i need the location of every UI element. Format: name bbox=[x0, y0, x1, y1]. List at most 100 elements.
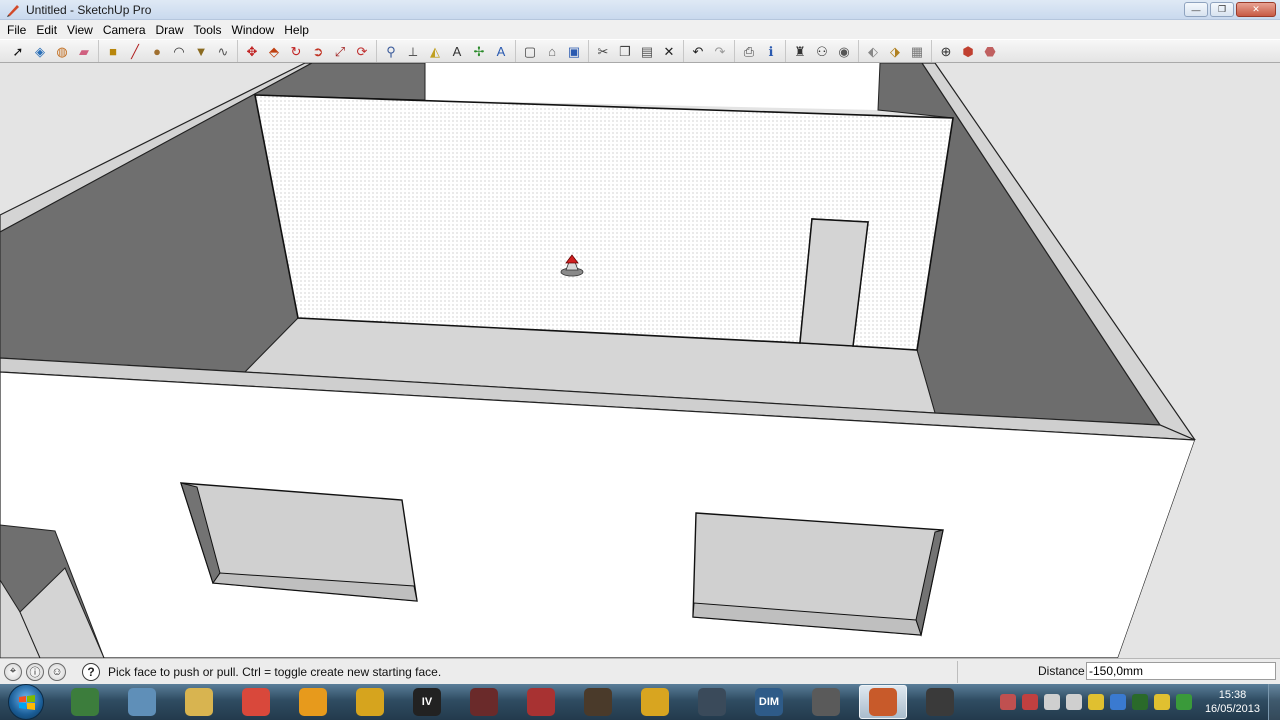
house-model-scene[interactable] bbox=[0, 63, 1280, 658]
toolbar-group: ⚲ ⟂ ◭ A ✢ A bbox=[376, 40, 515, 62]
task-app-game-1[interactable] bbox=[460, 685, 508, 719]
protractor-tool-icon[interactable]: ◭ bbox=[424, 41, 446, 61]
task-app-game-2[interactable] bbox=[517, 685, 565, 719]
component-tool-icon[interactable]: ◈ bbox=[29, 41, 51, 61]
scale-tool-icon[interactable]: ⤢ bbox=[329, 41, 351, 61]
tape-measure-tool-icon[interactable]: ⚲ bbox=[380, 41, 402, 61]
erase-icon-icon[interactable]: ✕ bbox=[658, 41, 680, 61]
toolbar-group: ▢ ⌂ ▣ bbox=[515, 40, 588, 62]
task-app-tool[interactable] bbox=[916, 685, 964, 719]
new-icon-icon[interactable]: ▢ bbox=[519, 41, 541, 61]
line-tool-icon[interactable]: ╱ bbox=[124, 41, 146, 61]
copy-icon-icon[interactable]: ❐ bbox=[614, 41, 636, 61]
tray-icon[interactable] bbox=[1131, 694, 1148, 710]
task-app-calculator[interactable] bbox=[118, 685, 166, 719]
tray-icon[interactable] bbox=[1043, 694, 1060, 710]
tray-icon[interactable] bbox=[1109, 694, 1126, 710]
display-section-planes-icon-icon[interactable]: ⬗ bbox=[884, 41, 906, 61]
display-section-cuts-icon-icon[interactable]: ▦ bbox=[906, 41, 928, 61]
task-app-sketchup[interactable] bbox=[859, 685, 907, 719]
task-app-terminal[interactable] bbox=[61, 685, 109, 719]
menu-file[interactable]: File bbox=[2, 23, 31, 37]
offset-tool-icon[interactable]: ⟳ bbox=[351, 41, 373, 61]
model-viewport[interactable] bbox=[0, 63, 1280, 658]
task-app-sketchup-icon bbox=[869, 688, 897, 716]
task-app-media[interactable] bbox=[289, 685, 337, 719]
select-tool-icon[interactable]: ➚ bbox=[7, 41, 29, 61]
task-app-autocad[interactable] bbox=[346, 685, 394, 719]
task-app-gta-iv[interactable]: IV bbox=[403, 685, 451, 719]
user-icon[interactable]: ☺ bbox=[48, 662, 66, 681]
open-icon-icon[interactable]: ⌂ bbox=[541, 41, 563, 61]
push-pull-tool-icon[interactable]: ⬘ bbox=[263, 41, 285, 61]
task-app-tool-icon bbox=[926, 688, 954, 716]
menu-camera[interactable]: Camera bbox=[98, 23, 151, 37]
look-around-icon-icon[interactable]: ◉ bbox=[833, 41, 855, 61]
section-plane-icon-icon[interactable]: ⬖ bbox=[862, 41, 884, 61]
task-app-game-6[interactable] bbox=[802, 685, 850, 719]
follow-me-tool-icon[interactable]: ➲ bbox=[307, 41, 329, 61]
task-app-game-5[interactable] bbox=[688, 685, 736, 719]
axes-tool-icon[interactable]: ✢ bbox=[468, 41, 490, 61]
redo-icon-icon[interactable]: ↷ bbox=[709, 41, 731, 61]
task-app-explorer[interactable] bbox=[175, 685, 223, 719]
menu-view[interactable]: View bbox=[62, 23, 98, 37]
print-icon-icon[interactable]: ⎙ bbox=[738, 41, 760, 61]
tray-clock[interactable]: 15:38 16/05/2013 bbox=[1205, 688, 1260, 716]
task-app-game-4[interactable] bbox=[631, 685, 679, 719]
orbit-icon-icon[interactable]: ⊕ bbox=[935, 41, 957, 61]
model-info-icon-icon[interactable]: ℹ bbox=[760, 41, 782, 61]
minimize-button[interactable]: — bbox=[1184, 2, 1208, 17]
status-bar: ⌖ ⓘ ☺ ? Pick face to push or pull. Ctrl … bbox=[0, 658, 1280, 684]
get-models-icon-icon[interactable]: ⬢ bbox=[957, 41, 979, 61]
dimension-tool-icon[interactable]: ⟂ bbox=[402, 41, 424, 61]
tray-icon[interactable] bbox=[1175, 694, 1192, 710]
close-button[interactable]: ✕ bbox=[1236, 2, 1276, 17]
paint-bucket-tool-icon[interactable]: ◍ bbox=[51, 41, 73, 61]
tray-icon[interactable] bbox=[1087, 694, 1104, 710]
paste-icon-icon[interactable]: ▤ bbox=[636, 41, 658, 61]
move-tool-icon[interactable]: ✥ bbox=[241, 41, 263, 61]
undo-icon-icon[interactable]: ↶ bbox=[687, 41, 709, 61]
maximize-button[interactable]: ❐ bbox=[1210, 2, 1234, 17]
position-camera-icon-icon[interactable]: ♜ bbox=[789, 41, 811, 61]
3d-text-tool-icon[interactable]: A bbox=[490, 41, 512, 61]
sketchup-app-icon bbox=[6, 3, 20, 17]
tray-icons bbox=[997, 694, 1195, 710]
polygon-tool-icon[interactable]: ▼ bbox=[190, 41, 212, 61]
tray-icon[interactable] bbox=[999, 694, 1016, 710]
tray-icon[interactable] bbox=[1153, 694, 1170, 710]
rectangle-tool-icon[interactable]: ■ bbox=[102, 41, 124, 61]
tray-icon[interactable] bbox=[1065, 694, 1082, 710]
task-app-autocad-icon bbox=[356, 688, 384, 716]
measurements-input[interactable]: -150,0mm bbox=[1086, 662, 1276, 680]
geo-location-icon[interactable]: ⌖ bbox=[4, 662, 22, 681]
menu-edit[interactable]: Edit bbox=[31, 23, 62, 37]
title-bar: Untitled - SketchUp Pro — ❐ ✕ bbox=[0, 0, 1280, 20]
menu-help[interactable]: Help bbox=[279, 23, 314, 37]
save-icon-icon[interactable]: ▣ bbox=[563, 41, 585, 61]
start-button[interactable] bbox=[8, 684, 44, 720]
credits-icon[interactable]: ⓘ bbox=[26, 662, 44, 681]
task-app-game-3[interactable] bbox=[574, 685, 622, 719]
tray-icon[interactable] bbox=[1021, 694, 1038, 710]
taskbar-apps: IV DIM bbox=[52, 685, 964, 719]
toolbar-group: ■ ╱ ● ◠ ▼ ∿ bbox=[98, 40, 237, 62]
eraser-tool-icon[interactable]: ▰ bbox=[73, 41, 95, 61]
task-app-chrome[interactable] bbox=[232, 685, 280, 719]
menu-tools[interactable]: Tools bbox=[189, 23, 227, 37]
share-model-icon-icon[interactable]: ⬣ bbox=[979, 41, 1001, 61]
show-desktop-button[interactable] bbox=[1268, 684, 1280, 720]
text-tool-icon[interactable]: A bbox=[446, 41, 468, 61]
task-app-dim[interactable]: DIM bbox=[745, 685, 793, 719]
circle-tool-icon[interactable]: ● bbox=[146, 41, 168, 61]
clock-date: 16/05/2013 bbox=[1204, 703, 1260, 715]
menu-window[interactable]: Window bbox=[227, 23, 280, 37]
help-icon[interactable]: ? bbox=[82, 662, 100, 681]
walk-icon-icon[interactable]: ⚇ bbox=[811, 41, 833, 61]
rotate-tool-icon[interactable]: ↻ bbox=[285, 41, 307, 61]
arc-tool-icon[interactable]: ◠ bbox=[168, 41, 190, 61]
cut-icon-icon[interactable]: ✂ bbox=[592, 41, 614, 61]
menu-draw[interactable]: Draw bbox=[151, 23, 189, 37]
freehand-tool-icon[interactable]: ∿ bbox=[212, 41, 234, 61]
